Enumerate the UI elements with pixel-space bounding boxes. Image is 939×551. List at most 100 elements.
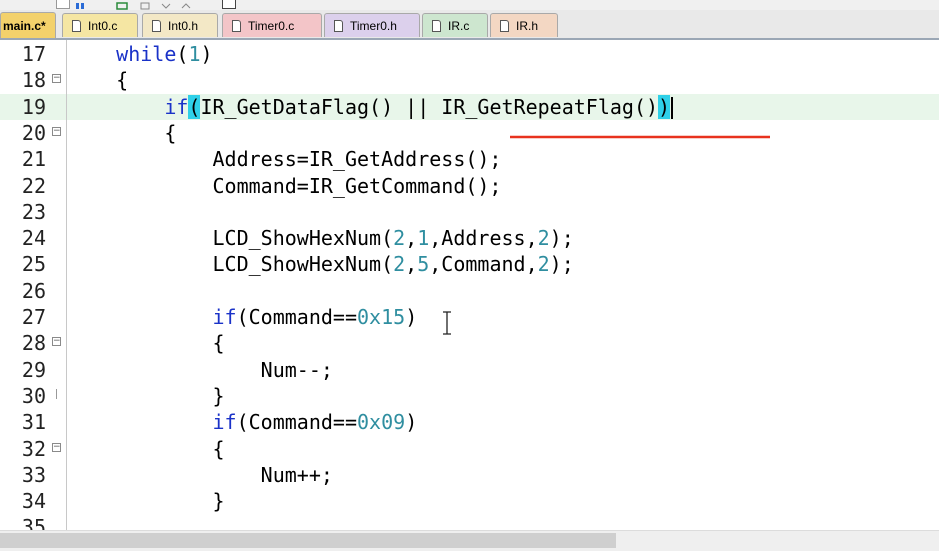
fold-end-marker: [56, 388, 57, 399]
file-icon: [432, 19, 441, 32]
tab-timer0-h[interactable]: Timer0.h: [324, 13, 420, 37]
line-number: 26: [21, 278, 46, 303]
code-line[interactable]: 35: [0, 514, 939, 530]
line-number: 27: [21, 305, 46, 329]
line-number: 35: [21, 515, 46, 530]
keyword-token: if: [212, 305, 237, 329]
tab-ir-h[interactable]: IR.h: [490, 13, 558, 37]
code-token: Num--;: [68, 357, 333, 382]
number-token: 2: [393, 252, 406, 277]
code-line[interactable]: 28− {: [0, 330, 939, 356]
code-token: (: [176, 42, 189, 66]
toolbar-button[interactable]: [56, 0, 70, 9]
code-token: LCD_ShowHexNum(: [68, 252, 394, 277]
code-line[interactable]: 25 LCD_ShowHexNum(2,5,Command,2);: [0, 251, 939, 277]
code-text: {: [68, 330, 225, 356]
line-number: 19: [21, 94, 46, 119]
number-token: 2: [537, 226, 550, 251]
code-token: {: [68, 68, 129, 93]
matched-bracket: ): [658, 94, 671, 119]
code-token: Command=IR_GetCommand();: [68, 173, 502, 198]
code-editor[interactable]: 17 while(1) 18− {19 if(IR_GetDataFlag() |…: [0, 40, 939, 530]
code-text: {: [68, 120, 176, 146]
code-line[interactable]: 21 Address=IR_GetAddress();: [0, 146, 939, 172]
line-number: 31: [21, 410, 46, 435]
number-token: 0x15: [357, 305, 406, 329]
code-line[interactable]: 31 if(Command==0x09): [0, 409, 939, 435]
tab-label: IR.c: [448, 18, 470, 33]
code-line[interactable]: 20− {: [0, 120, 939, 146]
line-number: 29: [21, 357, 46, 382]
tab-int0-c[interactable]: Int0.c: [62, 13, 138, 37]
tab-timer0-c[interactable]: Timer0.c: [222, 13, 322, 37]
fold-toggle-icon[interactable]: −: [52, 74, 61, 84]
code-line[interactable]: 19 if(IR_GetDataFlag() || IR_GetRepeatFl…: [0, 93, 939, 120]
code-token: ,: [405, 226, 418, 251]
code-text: if(IR_GetDataFlag() || IR_GetRepeatFlag(…: [68, 94, 674, 120]
code-text: if(Command==0x09): [68, 409, 418, 435]
code-token: );: [549, 252, 574, 277]
code-line[interactable]: 26: [0, 278, 939, 304]
fold-toggle-icon[interactable]: −: [52, 442, 61, 452]
code-line[interactable]: 18− {: [0, 67, 939, 93]
tab-int0-h[interactable]: Int0.h: [142, 13, 218, 37]
fold-toggle-icon[interactable]: −: [52, 126, 61, 136]
code-line[interactable]: 24 LCD_ShowHexNum(2,1,Address,2);: [0, 225, 939, 251]
code-line[interactable]: 34 }: [0, 488, 939, 514]
horizontal-scrollbar[interactable]: [0, 530, 939, 551]
code-line[interactable]: 22 Command=IR_GetCommand();: [0, 173, 939, 199]
toolbar-button[interactable]: [180, 0, 192, 9]
matched-bracket: (: [188, 94, 201, 119]
fold-toggle-icon[interactable]: −: [52, 337, 61, 347]
code-token: IR_GetDataFlag() || IR_GetRepeatFlag(): [200, 94, 659, 119]
tab-label: IR.h: [516, 18, 539, 33]
code-line[interactable]: 17 while(1): [0, 41, 939, 67]
toolbar-button[interactable]: [160, 0, 172, 9]
line-number: 18: [21, 68, 46, 93]
number-token: 0x09: [357, 410, 406, 435]
toolbar-button[interactable]: [116, 0, 128, 10]
tab-label: Int0.h: [168, 18, 199, 33]
code-text: LCD_ShowHexNum(2,1,Address,2);: [68, 225, 574, 251]
line-number: 22: [21, 173, 46, 198]
code-token: }: [68, 383, 225, 408]
code-token: Num++;: [68, 462, 333, 487]
line-number: 32: [21, 436, 46, 461]
code-line[interactable]: 29 Num--;: [0, 357, 939, 383]
line-number: 20: [21, 120, 46, 145]
line-number: 33: [21, 462, 46, 487]
line-number: 17: [21, 42, 46, 66]
code-text: Num--;: [68, 357, 333, 383]
scrollbar-thumb[interactable]: [0, 533, 616, 548]
gutter-divider: [66, 40, 67, 530]
code-token: );: [549, 226, 574, 251]
toolbar-button[interactable]: [140, 0, 152, 10]
file-icon: [72, 19, 81, 32]
toolbar-button[interactable]: [74, 0, 86, 9]
text-cursor-icon: [443, 311, 451, 335]
file-tab-bar: main.c* Int0.c Int0.h Timer0.c Timer0.h IR.c I…: [0, 10, 939, 40]
tab-ir-c[interactable]: IR.c: [422, 13, 488, 37]
line-number: 24: [21, 226, 46, 251]
code-token: ): [200, 42, 213, 66]
code-token: {: [68, 331, 225, 356]
line-number: 28: [21, 331, 46, 356]
line-number: 21: [21, 147, 46, 172]
code-text: Num++;: [68, 462, 333, 488]
toolbar-button[interactable]: [222, 0, 236, 9]
file-icon: [232, 19, 241, 32]
tab-label: main.c*: [3, 18, 46, 33]
code-line[interactable]: 33 Num++;: [0, 462, 939, 488]
tab-main-c[interactable]: main.c*: [0, 12, 56, 38]
code-line[interactable]: 27 if(Command==0x15): [0, 304, 939, 330]
code-token: ,Command,: [429, 252, 538, 277]
code-line[interactable]: 23: [0, 199, 939, 225]
code-token: LCD_ShowHexNum(: [68, 226, 394, 251]
code-line[interactable]: 32− {: [0, 436, 939, 462]
code-text: {: [68, 436, 224, 462]
code-text: while(1): [68, 41, 213, 67]
code-text: LCD_ShowHexNum(2,5,Command,2);: [68, 251, 574, 277]
code-text: Command=IR_GetCommand();: [68, 173, 501, 199]
code-line[interactable]: 30 }: [0, 383, 939, 409]
